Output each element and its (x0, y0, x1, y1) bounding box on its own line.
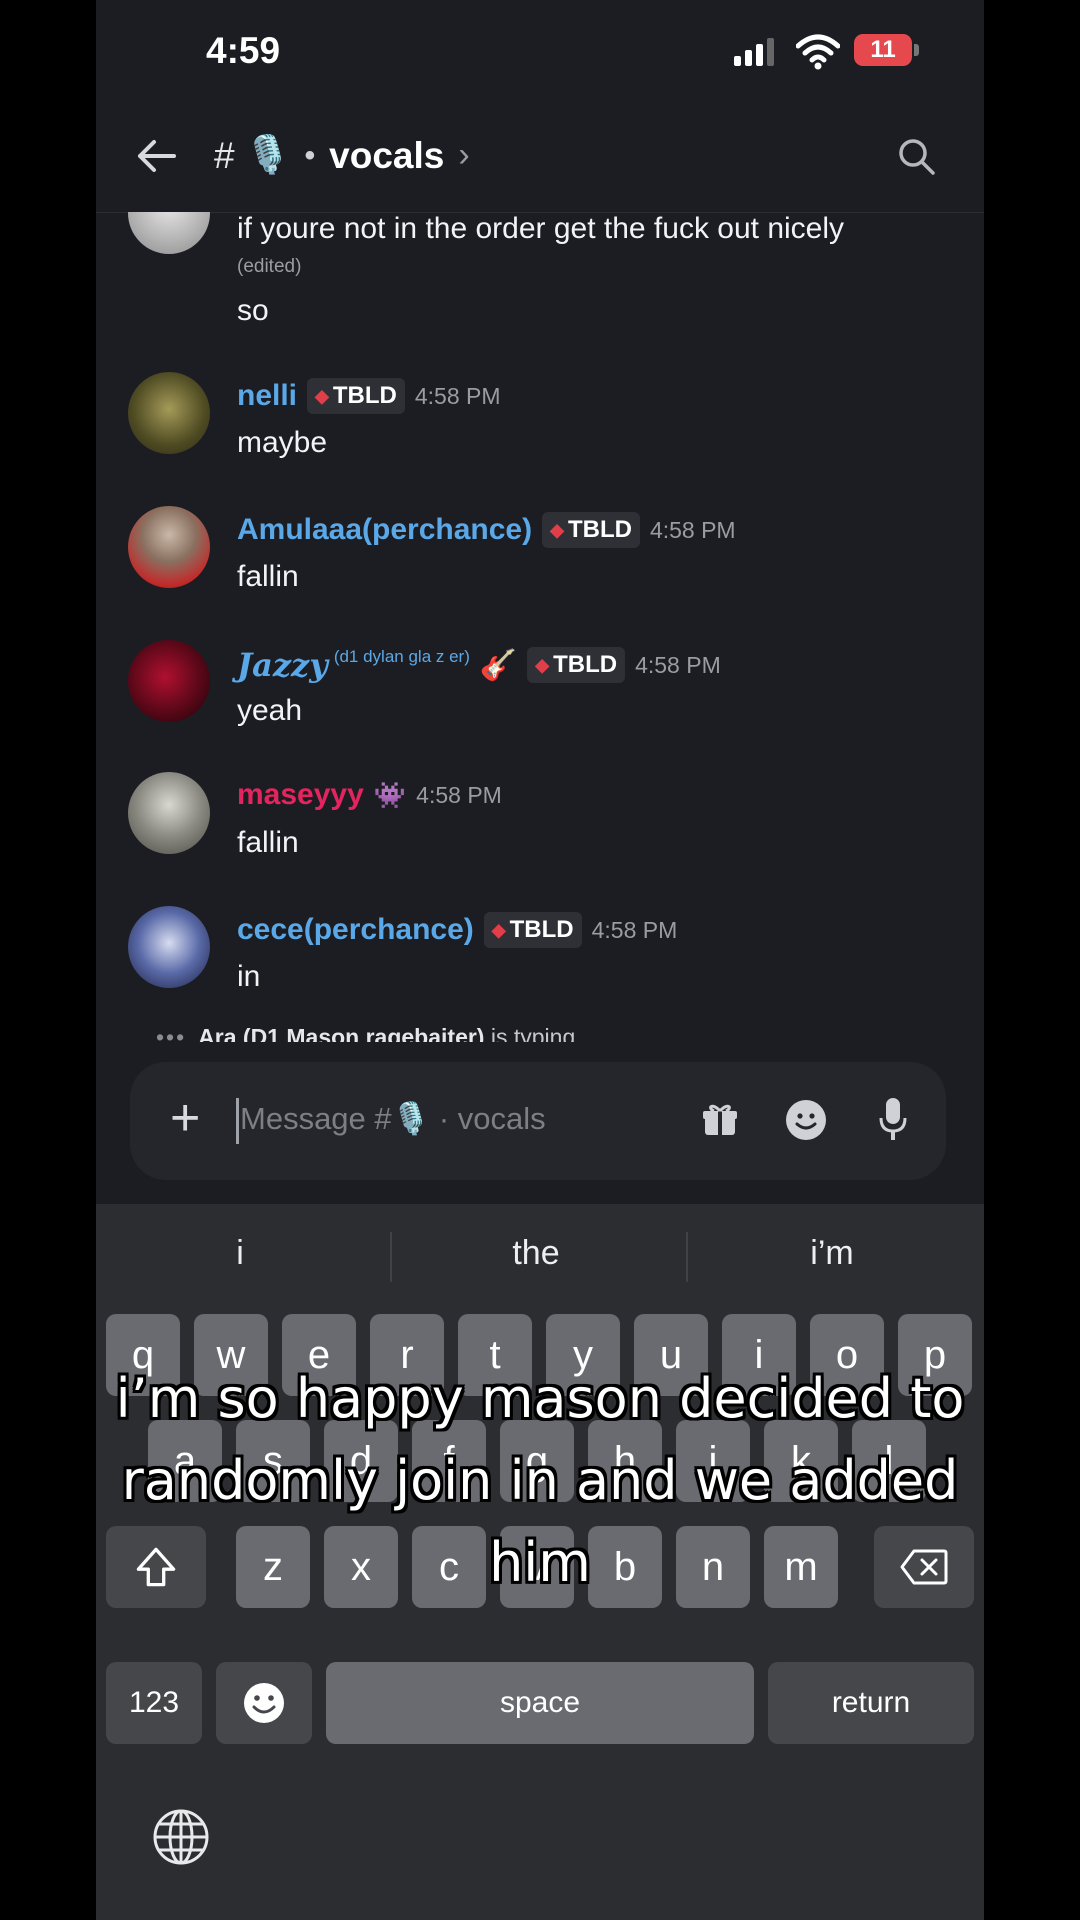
timestamp: 4:58 PM (416, 781, 502, 808)
timestamp: 4:58 PM (635, 651, 721, 678)
message-text: fallin (237, 560, 299, 593)
message-header: Jazzy (d1 dylan gla z er) 🎸 ◆ TBLD 4:58 P… (237, 646, 721, 684)
message-list[interactable]: if youre not in the order get the fuck o… (96, 212, 984, 1042)
typing-user: Ara (D1 Mason ragebaiter) (198, 1024, 485, 1042)
message-text: if youre not in the order get the fuck o… (237, 212, 845, 245)
plus-icon[interactable]: + (170, 1092, 200, 1144)
username-suffix: (d1 dylan gla z er) (333, 647, 470, 666)
placeholder-channel: · vocals (438, 1101, 546, 1136)
separator-dot: • (304, 138, 316, 172)
emoji-key[interactable] (216, 1662, 312, 1744)
username[interactable]: maseyyy (237, 778, 364, 812)
space-key[interactable]: space (326, 1662, 754, 1744)
battery-icon: 11 (854, 34, 912, 66)
status-bar: 4:59 11 (96, 0, 984, 100)
gem-icon: ◆ (535, 654, 550, 675)
role-tag-label: TBLD (553, 651, 618, 678)
gem-icon: ◆ (491, 919, 506, 940)
message-header: cece(perchance) ◆ TBLD 4:58 PM (237, 912, 677, 948)
gem-icon: ◆ (315, 385, 329, 406)
emoji-icon (244, 1683, 284, 1723)
back-arrow-icon[interactable] (134, 134, 178, 178)
smile-face-icon (795, 1113, 817, 1130)
return-key[interactable]: return (768, 1662, 974, 1744)
edited-label: (edited) (237, 256, 302, 277)
avatar[interactable] (128, 372, 210, 454)
avatar[interactable] (128, 506, 210, 588)
message-text: yeah (237, 694, 303, 727)
message-text: in (237, 960, 261, 993)
message-header: nelli ◆ TBLD 4:58 PM (237, 378, 501, 414)
avatar[interactable] (128, 772, 210, 854)
role-tag[interactable]: ◆ TBLD (307, 378, 405, 414)
gift-icon[interactable] (702, 1102, 738, 1138)
cellular-signal-icon (734, 38, 774, 66)
alien-emoji: 👾 (373, 779, 407, 810)
numbers-key[interactable]: 123 (106, 1662, 202, 1744)
avatar[interactable] (128, 212, 210, 254)
role-tag-label: TBLD (332, 382, 397, 409)
typing-suffix: is typing... (484, 1024, 595, 1042)
suggestion[interactable]: the (396, 1234, 676, 1273)
message-input[interactable]: Message #🎙️ · vocals (240, 1100, 546, 1137)
role-tag-label: TBLD (509, 916, 574, 943)
text-cursor (236, 1098, 239, 1144)
divider (390, 1232, 392, 1282)
gem-icon: ◆ (550, 519, 564, 540)
wifi-icon (796, 34, 840, 70)
emoji-icon[interactable] (786, 1100, 826, 1140)
role-tag[interactable]: ◆ TBLD (483, 912, 582, 948)
message-text: so (237, 294, 269, 327)
video-caption: i’m so happy mason decided to randomly j… (115, 1367, 965, 1594)
message-composer: + Message #🎙️ · vocals (130, 1062, 946, 1180)
hash-icon: # (214, 134, 235, 176)
suggestion[interactable]: i (100, 1234, 380, 1273)
search-icon[interactable] (896, 136, 936, 176)
username[interactable]: Amulaaa(perchance) (237, 513, 532, 547)
role-tag-label: TBLD (567, 516, 632, 543)
typing-indicator: ••• Ara (D1 Mason ragebaiter) is typing..… (156, 1024, 594, 1042)
status-time: 4:59 (206, 30, 281, 71)
typing-dots-icon: ••• (156, 1024, 187, 1042)
username[interactable]: cece(perchance) (237, 913, 474, 947)
username[interactable]: nelli (237, 379, 297, 413)
timestamp: 4:58 PM (591, 916, 678, 943)
avatar[interactable] (128, 640, 210, 722)
microphone-emoji: 🎙️ (244, 134, 291, 175)
channel-title[interactable]: # 🎙️ • vocals › (214, 134, 470, 177)
microphone-icon[interactable] (878, 1096, 908, 1142)
message-header: Amulaaa(perchance) ◆ TBLD 4:58 PM (237, 512, 736, 548)
battery-nub (914, 44, 919, 56)
timestamp: 4:58 PM (414, 382, 501, 409)
role-tag[interactable]: ◆ TBLD (542, 512, 640, 548)
chevron-right-icon: › (458, 136, 470, 174)
guitar-emoji: 🎸 (479, 648, 518, 682)
suggestion[interactable]: i’m (692, 1234, 972, 1273)
avatar[interactable] (128, 906, 210, 988)
username[interactable]: Jazzy (237, 646, 328, 684)
placeholder-prefix: Message # (240, 1101, 392, 1136)
divider (686, 1232, 688, 1282)
timestamp: 4:58 PM (649, 516, 736, 543)
role-tag[interactable]: ◆ TBLD (527, 647, 626, 683)
message-text: fallin (237, 826, 299, 859)
channel-name: vocals (329, 134, 445, 176)
microphone-emoji: 🎙️ (391, 1101, 431, 1136)
message-header: maseyyy 👾 4:58 PM (237, 778, 502, 812)
globe-icon[interactable] (152, 1808, 210, 1866)
phone-screen: 4:59 11 # 🎙️ • vocals › if youre not in … (96, 0, 984, 1920)
channel-header: # 🎙️ • vocals › (96, 100, 984, 213)
message-text: maybe (237, 426, 328, 459)
